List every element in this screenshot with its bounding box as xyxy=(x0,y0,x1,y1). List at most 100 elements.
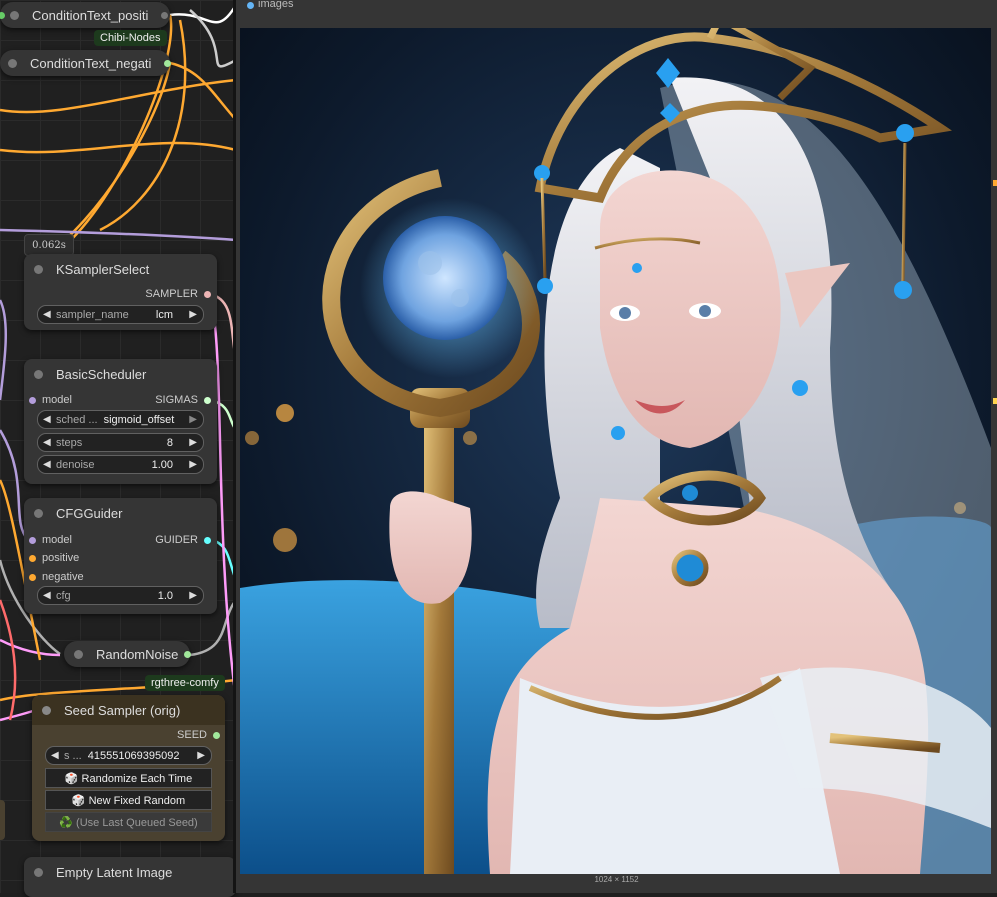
cfg-guider-node[interactable]: CFGGuider model positive negative GUIDER… xyxy=(24,498,217,614)
node-title: KSamplerSelect xyxy=(56,261,150,277)
output-slot-dot-icon[interactable] xyxy=(164,60,171,67)
slot-label: SIGMAS xyxy=(155,394,198,406)
arrow-left-icon[interactable]: ◀ xyxy=(43,411,51,428)
node-title: Seed Sampler (orig) xyxy=(64,702,181,718)
widget-value: 415551069395092 xyxy=(87,749,180,762)
widget-value: 1.0 xyxy=(157,589,173,602)
scheduler-combo[interactable]: ◀ sched ... sigmoid_offset ▶ xyxy=(37,410,204,429)
arrow-left-icon[interactable]: ◀ xyxy=(51,747,59,764)
rgthree-comfy-badge: rgthree-comfy xyxy=(145,675,225,691)
collapse-dot-icon[interactable] xyxy=(34,867,43,877)
model-input-slot[interactable]: model xyxy=(29,534,72,546)
empty-latent-image-node[interactable]: Empty Latent Image xyxy=(24,857,236,897)
node-header[interactable]: CFGGuider xyxy=(24,498,217,528)
execution-time-label: 0.062s xyxy=(24,234,74,256)
steps-number-widget[interactable]: ◀ steps 8 ▶ xyxy=(37,433,204,452)
widget-label: s ... xyxy=(64,749,82,762)
slot-dot-icon[interactable] xyxy=(204,396,211,404)
node-header[interactable]: BasicScheduler xyxy=(24,359,217,389)
node-header[interactable]: Empty Latent Image xyxy=(24,857,236,887)
condition-text-negative-node[interactable]: ConditionText_negati xyxy=(0,50,171,76)
arrow-left-icon[interactable]: ◀ xyxy=(43,434,51,451)
slot-dot-icon[interactable] xyxy=(29,573,36,581)
widget-label: sampler_name xyxy=(56,308,129,321)
offscreen-wire-stub xyxy=(993,180,997,186)
collapse-dot-icon[interactable] xyxy=(34,369,43,379)
arrow-left-icon[interactable]: ◀ xyxy=(43,587,51,604)
use-last-queued-seed-button[interactable]: ♻️ (Use Last Queued Seed) xyxy=(45,812,212,832)
slot-label: negative xyxy=(42,571,84,583)
negative-input-slot[interactable]: negative xyxy=(29,571,84,583)
arrow-right-icon[interactable]: ▶ xyxy=(189,456,197,473)
sigmas-output-slot[interactable]: SIGMAS xyxy=(155,394,211,406)
images-input-label: images xyxy=(258,0,294,10)
slot-dot-icon[interactable] xyxy=(213,731,220,739)
ksampler-select-node[interactable]: KSamplerSelect SAMPLER ◀ sampler_name lc… xyxy=(24,254,217,330)
collapse-dot-icon[interactable] xyxy=(8,58,17,68)
guider-output-slot[interactable]: GUIDER xyxy=(155,534,211,546)
slot-label: SAMPLER xyxy=(145,288,198,300)
node-header[interactable]: Seed Sampler (orig) xyxy=(32,695,225,725)
node-title: CFGGuider xyxy=(56,505,123,521)
widget-value: lcm xyxy=(155,308,173,321)
widget-label: steps xyxy=(56,436,83,449)
slot-label: model xyxy=(42,394,72,406)
sampler-output-slot[interactable]: SAMPLER xyxy=(145,288,211,300)
collapse-dot-icon[interactable] xyxy=(74,649,83,659)
generated-image[interactable] xyxy=(240,28,991,874)
arrow-right-icon[interactable]: ▶ xyxy=(189,411,197,428)
slot-dot-icon[interactable] xyxy=(204,290,211,298)
node-header[interactable]: ConditionText_negati xyxy=(0,50,170,76)
images-input-dot-icon[interactable] xyxy=(247,2,254,9)
output-slot-dot-icon[interactable] xyxy=(184,651,191,658)
node-header[interactable]: KSamplerSelect xyxy=(24,254,217,284)
condition-text-positive-node[interactable]: ConditionText_positi xyxy=(0,2,170,28)
positive-input-slot[interactable]: positive xyxy=(29,552,79,564)
slot-label: GUIDER xyxy=(155,534,198,546)
arrow-left-icon[interactable]: ◀ xyxy=(43,456,51,473)
model-input-slot[interactable]: model xyxy=(29,394,72,406)
output-slot-dot-icon[interactable] xyxy=(161,12,168,19)
arrow-right-icon[interactable]: ▶ xyxy=(189,306,197,323)
image-dimensions-caption: 1024 × 1152 xyxy=(594,875,639,884)
slot-label: positive xyxy=(42,552,80,564)
preview-image-node[interactable]: images 1024 × 1152 xyxy=(236,0,997,893)
collapse-dot-icon[interactable] xyxy=(34,264,43,274)
slot-dot-icon[interactable] xyxy=(29,554,36,562)
arrow-right-icon[interactable]: ▶ xyxy=(197,747,205,764)
node-title: ConditionText_positi xyxy=(32,7,149,23)
collapse-dot-icon[interactable] xyxy=(42,705,51,715)
panel-divider xyxy=(233,0,236,893)
widget-value: 8 xyxy=(166,436,173,449)
denoise-number-widget[interactable]: ◀ denoise 1.00 ▶ xyxy=(37,455,204,474)
arrow-left-icon[interactable]: ◀ xyxy=(43,306,51,323)
node-header[interactable]: RandomNoise xyxy=(64,641,190,667)
chibi-nodes-badge: Chibi-Nodes xyxy=(94,30,167,46)
widget-label: cfg xyxy=(56,589,71,602)
node-graph-canvas[interactable]: ConditionText_positi Chibi-Nodes Conditi… xyxy=(0,0,997,897)
widget-value: 1.00 xyxy=(151,458,173,471)
seed-sampler-node[interactable]: Seed Sampler (orig) SEED ◀ s ... 4155510… xyxy=(32,695,225,841)
cfg-number-widget[interactable]: ◀ cfg 1.0 ▶ xyxy=(37,586,204,605)
slot-dot-icon[interactable] xyxy=(29,536,36,544)
slot-label: model xyxy=(42,534,72,546)
node-title: BasicScheduler xyxy=(56,366,147,382)
new-fixed-random-button[interactable]: 🎲 New Fixed Random xyxy=(45,790,212,810)
slot-dot-icon[interactable] xyxy=(204,536,211,544)
node-title: Empty Latent Image xyxy=(56,864,173,880)
random-noise-node[interactable]: RandomNoise xyxy=(64,641,191,667)
collapse-dot-icon[interactable] xyxy=(34,508,43,518)
slot-label: SEED xyxy=(177,729,207,741)
seed-number-widget[interactable]: ◀ s ... 415551069395092 ▶ xyxy=(45,746,212,765)
basic-scheduler-node[interactable]: BasicScheduler model SIGMAS ◀ sched ... … xyxy=(24,359,217,484)
sampler-name-combo[interactable]: ◀ sampler_name lcm ▶ xyxy=(37,305,204,324)
arrow-right-icon[interactable]: ▶ xyxy=(189,587,197,604)
offscreen-wire-stub xyxy=(993,398,997,404)
node-header[interactable]: ConditionText_positi xyxy=(0,2,170,28)
slot-dot-icon[interactable] xyxy=(29,396,36,404)
offscreen-node-edge[interactable] xyxy=(0,800,5,840)
arrow-right-icon[interactable]: ▶ xyxy=(189,434,197,451)
randomize-each-time-button[interactable]: 🎲 Randomize Each Time xyxy=(45,768,212,788)
seed-output-slot[interactable]: SEED xyxy=(177,729,220,741)
collapse-dot-icon[interactable] xyxy=(10,10,19,20)
